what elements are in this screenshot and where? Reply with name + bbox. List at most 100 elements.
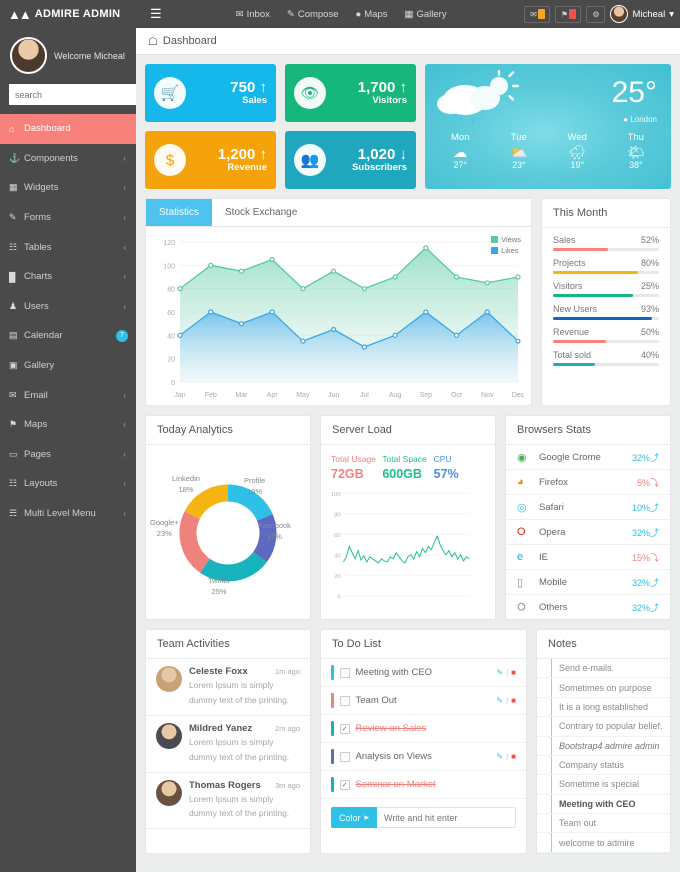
browser-percent: 32%⤴ (631, 452, 659, 463)
activity-text: Lorem Ipsum is simply dummy text of the … (189, 793, 290, 819)
trash-icon[interactable]: ■ (511, 668, 516, 677)
sidebar-item-email[interactable]: ✉ Email ‹ (0, 380, 136, 410)
server-stat-label: Total Usage (331, 454, 376, 464)
progress-item-sales: Sales 52% (553, 235, 659, 251)
browser-name: Safari (539, 501, 564, 513)
server-load-sparkline: 0 20 40 60 80 100 (331, 492, 470, 601)
svg-text:Mar: Mar (235, 392, 248, 399)
browser-row: ◎ Safari 10%⤴ (506, 495, 670, 520)
sidebar-item-pages[interactable]: ▭ Pages ‹ (0, 440, 136, 470)
sidebar-item-components[interactable]: ⚓ Components ‹ (0, 144, 136, 174)
pencil-icon[interactable]: ✎ (496, 752, 503, 761)
hamburger-icon[interactable]: ☰ (150, 6, 162, 22)
cloud-sun-icon: ⛅ (510, 144, 528, 160)
browser-name: Mobile (539, 576, 567, 588)
sidebar-item-multi-level-menu[interactable]: ☴ Multi Level Menu ‹ (0, 499, 136, 529)
todo-checkbox[interactable] (339, 751, 350, 762)
legend-label: Views (501, 235, 521, 244)
team-activities-title: Team Activities (146, 630, 310, 659)
browsers-stats-title: Browsers Stats (506, 416, 670, 445)
progress-fill (553, 294, 633, 297)
todo-checkbox[interactable]: ✓ (339, 779, 350, 790)
bottom-row: Team Activities Celeste Foxx 1m ago Lorem … (145, 629, 671, 854)
sidebar-item-charts[interactable]: █ Charts ‹ (0, 262, 136, 292)
chrome-icon: ◉ (517, 451, 527, 464)
sidebar-item-label: Multi Level Menu (24, 508, 96, 520)
server-stat-value: 600GB (382, 467, 422, 481)
todo-checkbox[interactable] (339, 667, 350, 678)
pencil-icon[interactable]: ✎ (496, 696, 503, 705)
forecast-day-temp: 38° (628, 160, 643, 170)
progress-fill (553, 271, 638, 274)
sidebar-item-gallery[interactable]: ▣ Gallery (0, 351, 136, 381)
sidebar-item-dashboard[interactable]: ⌂ Dashboard (0, 114, 136, 144)
sidebar-item-label: Forms (24, 212, 51, 224)
this-month-title: This Month (542, 199, 670, 228)
note-row: Contrary to popular belief. (537, 717, 670, 737)
mail-icon: ✉ (530, 9, 537, 19)
trash-icon[interactable]: ■ (511, 696, 516, 705)
todo-checkbox[interactable]: ✓ (339, 723, 350, 734)
svg-text:Sep: Sep (420, 392, 433, 399)
donut-segment-linkedin (184, 484, 229, 520)
tab-statistics[interactable]: Statistics (146, 199, 213, 226)
donut-label-linkedin: Linkedin 18% (172, 474, 200, 495)
svg-text:Nov: Nov (481, 392, 494, 399)
sidebar-item-tables[interactable]: ☷ Tables ‹ (0, 232, 136, 262)
firefox-icon: ◕ (517, 476, 524, 488)
server-stat-label: CPU (433, 454, 452, 464)
todo-input[interactable] (377, 807, 516, 828)
area-chart-svg: 0 20 40 60 80 100 120 Jan Feb Mar Apr May Jun Jul Aug S… (163, 240, 524, 399)
chart-legend: Views Likes (491, 235, 521, 257)
activity-text: Lorem Ipsum is simply dummy text of the … (189, 736, 290, 762)
sidebar-item-layouts[interactable]: ☷ Layouts ‹ (0, 469, 136, 499)
cloud-rain-icon: 🌧 (568, 144, 587, 160)
nav-gallery-label: Gallery (416, 8, 447, 20)
this-month-list: Sales 52% Projects 80% Visitors 25% New Users 9… (542, 228, 670, 373)
weather-temperature: 25° (611, 76, 657, 109)
trash-icon[interactable]: ■ (511, 752, 516, 761)
chevron-left-icon: ‹ (123, 390, 126, 400)
map-pin-icon: ⚑ (9, 419, 18, 430)
mail-notification-button[interactable]: ✉ (524, 5, 551, 23)
progress-fill (553, 340, 606, 343)
sidebar-item-maps[interactable]: ⚑ Maps ‹ (0, 410, 136, 440)
user-icon: ♟ (9, 300, 18, 311)
kpi-weather-row: 🛒 750 ↑ Sales 👁 1,700 ↑ Visitors $1,200 ↑ Reven… (145, 64, 671, 189)
settings-button[interactable]: ⚙ (586, 5, 606, 23)
progress-percent: 25% (640, 281, 659, 291)
sidebar-item-label: Widgets (24, 182, 59, 194)
tab-stock-exchange[interactable]: Stock Exchange (212, 199, 310, 226)
todo-checkbox[interactable] (339, 695, 350, 706)
search-input[interactable] (9, 84, 136, 105)
kpi-card-visitors[interactable]: 👁 1,700 ↑ Visitors (285, 64, 416, 122)
sidebar-item-widgets[interactable]: ▦ Widgets ‹ (0, 173, 136, 203)
progress-label: Visitors (553, 281, 583, 291)
pencil-icon[interactable]: ✎ (496, 668, 503, 677)
nav-inbox[interactable]: ✉ Inbox (236, 9, 270, 20)
server-load-panel: Server Load Total Usage 72GB Total Space 60… (320, 415, 496, 620)
todo-color-bar (331, 777, 334, 792)
nav-maps[interactable]: ● Maps (356, 9, 388, 20)
kpi-card-revenue[interactable]: $1,200 ↑ Revenue (145, 131, 276, 189)
todo-row: Team Out ✎ | ■ (321, 687, 526, 715)
sidebar-item-label: Calendar (24, 330, 63, 342)
forecast-day-temp: 23° (511, 160, 526, 170)
sidebar-item-forms[interactable]: ✎ Forms ‹ (0, 203, 136, 233)
user-menu[interactable]: Micheal ▾ (610, 5, 674, 23)
svg-text:Jun: Jun (328, 392, 339, 399)
brand-logo[interactable]: ▲▲ ADMIRE ADMIN (0, 7, 136, 22)
eye-icon: 👁 (294, 77, 326, 109)
nav-compose[interactable]: ✎ Compose (287, 9, 339, 20)
nav-gallery[interactable]: ▦ Gallery (405, 9, 447, 20)
kpi-card-sales[interactable]: 🛒 750 ↑ Sales (145, 64, 276, 122)
todo-color-button[interactable]: Color ▸ (331, 807, 378, 828)
note-row: Send e-mails. (537, 659, 670, 679)
alert-notification-button[interactable]: ⚑ (555, 5, 582, 23)
kpi-card-subscribers[interactable]: 👥 1,020 ↓ Subscribers (285, 131, 416, 189)
sidebar-item-calendar[interactable]: ▤ Calendar 7 (0, 321, 136, 351)
todo-text: Analysis on Views (355, 751, 432, 762)
sidebar-item-users[interactable]: ♟ Users ‹ (0, 292, 136, 322)
sitemap-icon: ☴ (9, 508, 18, 519)
progress-percent: 80% (640, 258, 659, 268)
